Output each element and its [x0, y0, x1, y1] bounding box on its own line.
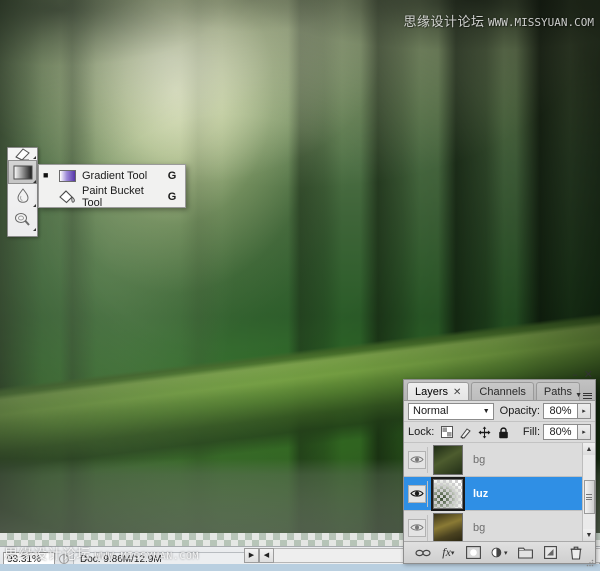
link-layers-button[interactable]: [415, 545, 431, 561]
eye-icon: [407, 518, 426, 537]
lock-transparent-pixels-icon[interactable]: [440, 426, 453, 439]
tab-paths[interactable]: Paths: [535, 382, 581, 400]
new-group-button[interactable]: [517, 545, 533, 561]
tab-paths-label: Paths: [543, 386, 573, 398]
dodge-icon: [14, 213, 30, 226]
layer-thumbnail[interactable]: [433, 512, 463, 541]
scrollbar-track[interactable]: [582, 455, 595, 529]
tab-close-icon[interactable]: ✕: [453, 387, 461, 398]
tool-eraser[interactable]: [8, 148, 37, 160]
eye-icon: [407, 484, 426, 503]
flyout-label-paint-bucket: Paint Bucket Tool: [82, 184, 144, 209]
opacity-slider-button[interactable]: ▸: [578, 403, 591, 419]
layer-thumbnail[interactable]: [433, 478, 463, 509]
tool-blur[interactable]: [8, 184, 37, 208]
layers-scrollbar[interactable]: ▲ ▼: [582, 443, 595, 541]
layer-thumbnail[interactable]: [433, 444, 463, 475]
table-row[interactable]: bg: [404, 511, 595, 541]
layer-mask-button[interactable]: [466, 545, 482, 561]
scroll-down-icon[interactable]: ▼: [582, 529, 595, 541]
lock-buttons-group[interactable]: [440, 426, 510, 439]
tab-layers[interactable]: Layers ✕: [407, 382, 470, 400]
adjustment-layer-button[interactable]: ▾: [491, 545, 507, 561]
lock-image-pixels-icon[interactable]: [459, 426, 472, 439]
chevron-down-icon: ▼: [575, 392, 582, 399]
minimize-icon[interactable]: –: [572, 369, 578, 380]
fill-slider-button[interactable]: ▸: [578, 424, 591, 440]
layer-name: bg: [473, 521, 486, 534]
gradient-icon: [13, 165, 32, 179]
blend-mode-select[interactable]: Normal ▼: [408, 402, 494, 420]
tab-channels[interactable]: Channels: [471, 382, 534, 400]
panel-tab-bar[interactable]: Layers ✕ Channels Paths ▼: [404, 380, 595, 401]
scroll-up-icon[interactable]: ▲: [582, 443, 595, 455]
photoshop-window: 思缘设计论坛 WWW.MISSYUAN.COM ■ Gradient Tool …: [0, 0, 600, 571]
tool-flyout-corner-icon: [33, 204, 36, 207]
paint-bucket-icon: [55, 188, 79, 205]
new-layer-button[interactable]: [543, 545, 559, 561]
blur-teardrop-icon: [17, 188, 28, 203]
blend-mode-value: Normal: [413, 405, 449, 417]
eraser-icon: [15, 148, 30, 160]
lock-label: Lock:: [408, 426, 435, 438]
lock-position-icon[interactable]: [478, 426, 491, 439]
eye-icon: [407, 450, 426, 469]
flyout-shortcut-paint-bucket: G: [167, 190, 177, 203]
tab-channels-label: Channels: [479, 386, 526, 398]
tool-flyout-corner-icon: [33, 156, 36, 159]
gradient-swatch-icon: [55, 169, 79, 182]
tool-gradient[interactable]: [8, 160, 37, 184]
table-row[interactable]: luz: [404, 477, 595, 511]
tab-layers-label: Layers: [415, 386, 449, 398]
layers-panel-footer[interactable]: fx ▾ ▾: [404, 541, 595, 567]
panel-menu-button[interactable]: ▼: [575, 392, 592, 399]
fill-label: Fill:: [522, 426, 540, 438]
blend-mode-row[interactable]: Normal ▼ Opacity: 80% ▸: [404, 401, 595, 422]
tool-flyout-corner-icon: [33, 180, 36, 183]
grip-icon: [586, 494, 592, 500]
flyout-item-gradient-tool[interactable]: ■ Gradient Tool G: [39, 165, 185, 186]
scrollbar-thumb[interactable]: [583, 480, 595, 514]
layer-name: luz: [473, 487, 489, 500]
close-icon[interactable]: ✕: [584, 369, 593, 380]
flyout-label-gradient: Gradient Tool: [82, 169, 148, 182]
fill-input[interactable]: 80%: [543, 424, 578, 440]
layers-list[interactable]: bg luz bg ▲ ▼: [404, 443, 595, 541]
scroll-right-arrow-icon[interactable]: ◀: [259, 547, 274, 563]
layers-panel[interactable]: – ✕ Layers✕ Channels Paths ▼ Normal ▼ O: [403, 369, 596, 567]
layer-style-button[interactable]: fx ▾: [440, 545, 456, 561]
selected-bullet-icon: ■: [43, 170, 49, 180]
chevron-down-icon: ▼: [482, 407, 490, 415]
layer-visibility-toggle[interactable]: [406, 480, 428, 507]
delete-layer-button[interactable]: [568, 545, 584, 561]
resize-grip-icon[interactable]: [586, 554, 594, 567]
flyout-item-paint-bucket-tool[interactable]: Paint Bucket Tool G: [39, 184, 185, 209]
flyout-shortcut-gradient: G: [167, 169, 177, 182]
tool-dodge[interactable]: [8, 208, 37, 232]
gradient-tool-flyout-menu[interactable]: ■ Gradient Tool G Paint Bucket Tool G: [38, 164, 186, 209]
table-row[interactable]: bg: [404, 443, 595, 477]
tool-flyout-corner-icon: [33, 228, 36, 231]
layer-visibility-toggle[interactable]: [406, 514, 428, 541]
lock-all-icon[interactable]: [497, 426, 510, 439]
opacity-label: Opacity:: [499, 405, 540, 417]
layer-name: bg: [473, 453, 486, 466]
tools-palette[interactable]: [7, 147, 38, 237]
lock-row[interactable]: Lock: Fill: 80% ▸: [404, 422, 595, 443]
panel-window-controls: – ✕: [572, 369, 593, 380]
opacity-input[interactable]: 80%: [543, 403, 578, 419]
scroll-left-arrow-icon[interactable]: ▶: [244, 547, 259, 563]
layer-visibility-toggle[interactable]: [406, 446, 428, 473]
hamburger-icon: [583, 392, 592, 399]
window-bottom-edge: [0, 564, 600, 571]
